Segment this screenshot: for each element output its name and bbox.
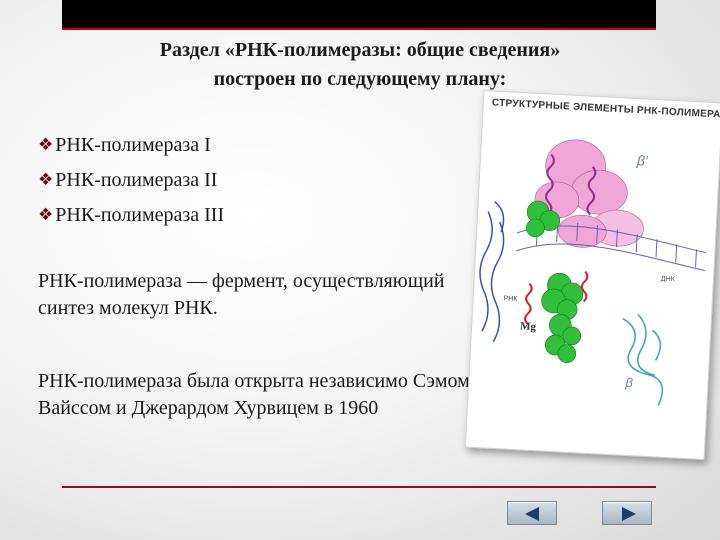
beta-prime-label: β′ [636, 152, 650, 169]
diamond-bullet-icon: ❖ [38, 205, 54, 225]
discovery-paragraph: РНК-полимераза была открыта независимо С… [38, 370, 470, 419]
beta-prime-subunit [534, 139, 644, 248]
beta-ribbons [622, 313, 664, 406]
beta-label: β [624, 375, 634, 390]
rnk-label: РНК [503, 295, 518, 303]
bottom-divider [62, 486, 656, 488]
protein-structure-illustration: β′ β Mg РНК ДНК [479, 139, 707, 406]
diamond-bullet-icon: ❖ [38, 135, 54, 155]
rna-polymerase-structure-figure: СТРУКТУРНЫЕ ЭЛЕМЕНТЫ РНК-ПОЛИМЕРАЗЫ β′ β… [464, 89, 720, 461]
dnk-label: ДНК [661, 276, 676, 284]
mg-label: Mg [520, 320, 537, 333]
bullet-text: РНК-полимераза II [55, 169, 218, 191]
diamond-bullet-icon: ❖ [38, 170, 54, 190]
bullet-text: РНК-полимераза III [55, 204, 225, 226]
blue-ribbons [479, 201, 505, 343]
bullet-item: ❖ РНК-полимераза I [38, 128, 224, 163]
next-slide-button[interactable] [602, 501, 652, 525]
top-bar [62, 0, 656, 30]
previous-slide-button[interactable] [507, 501, 557, 525]
triangle-left-icon [525, 507, 539, 521]
triangle-right-icon [622, 507, 636, 521]
bullet-list: ❖ РНК-полимераза I ❖ РНК-полимераза II ❖… [38, 128, 224, 233]
bullet-item: ❖ РНК-полимераза III [38, 198, 224, 233]
bullet-text: РНК-полимераза I [55, 134, 211, 156]
bullet-item: ❖ РНК-полимераза II [38, 163, 224, 198]
slide-title: Раздел «РНК-полимеразы: общие сведения» … [159, 39, 561, 90]
definition-paragraph: РНК-полимераза — фермент, осуществляющий… [38, 270, 445, 319]
top-accent-line [62, 28, 656, 30]
